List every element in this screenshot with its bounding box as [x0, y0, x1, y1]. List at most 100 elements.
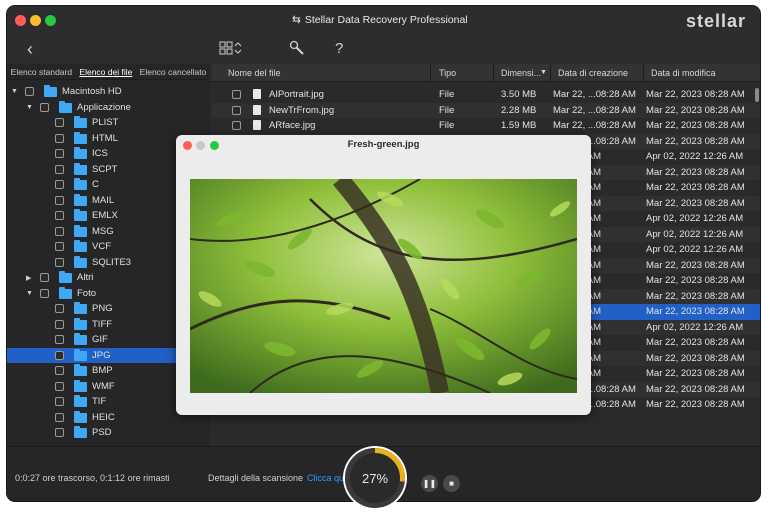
- cell-type: File: [439, 104, 455, 116]
- table-row[interactable]: AIPortrait.jpg File 3.50 MB Mar 22, ...08:2…: [212, 87, 760, 103]
- pause-icon: ❚❚: [422, 479, 437, 488]
- tab-file-list[interactable]: Elenco dei file: [79, 67, 132, 77]
- folder-icon: [74, 209, 87, 221]
- sort-desc-icon[interactable]: ▼: [540, 69, 547, 76]
- tree-item-checkbox[interactable]: [55, 319, 64, 329]
- wrench-icon[interactable]: [289, 40, 305, 60]
- disclosure-expanded-icon[interactable]: ▼: [26, 290, 33, 297]
- tab-deleted-list[interactable]: Elenco cancellato: [140, 67, 207, 77]
- tree-item-checkbox[interactable]: [55, 133, 64, 143]
- swap-arrows-icon: ⇆: [292, 14, 301, 26]
- tree-item-checkbox[interactable]: [55, 428, 64, 437]
- grid-view-icon[interactable]: [219, 40, 243, 60]
- tree-item-label: SCPT: [92, 163, 118, 175]
- tree-item-checkbox[interactable]: [40, 273, 49, 282]
- tree-item-label: ICS: [92, 148, 108, 160]
- tree-item[interactable]: PLIST: [7, 115, 207, 131]
- folder-icon: [74, 348, 87, 361]
- cell-modified: Mar 22, 2023 08:28 AM: [646, 352, 745, 364]
- progress-percent: 27%: [350, 453, 400, 503]
- tree-item[interactable]: ▼ Applicazione: [7, 100, 207, 116]
- cell-type: File: [439, 89, 455, 100]
- cell-modified: Mar 22, 2023 08:28 AM: [646, 104, 745, 116]
- help-button[interactable]: ?: [335, 40, 343, 57]
- cell-modified: Mar 22, 2023 08:28 AM: [646, 182, 745, 193]
- row-checkbox[interactable]: [232, 105, 241, 115]
- cell-modified: Apr 02, 2022 12:26 AM: [646, 321, 744, 333]
- tree-item-checkbox[interactable]: [55, 149, 64, 158]
- tree-item-checkbox[interactable]: [25, 87, 34, 96]
- tree-item-label: BMP: [92, 365, 113, 377]
- cell-modified: Mar 22, 2023 08:28 AM: [646, 368, 745, 379]
- close-window-button[interactable]: [15, 15, 26, 26]
- tree-item-label: VCF: [92, 241, 111, 253]
- tree-item-label: SQLITE3: [92, 256, 132, 268]
- col-modified-header[interactable]: Data di modifica: [651, 68, 716, 78]
- col-type-header[interactable]: Tipo: [439, 68, 456, 78]
- tree-item[interactable]: PSD: [7, 425, 207, 441]
- tree-item-checkbox[interactable]: [55, 118, 64, 127]
- table-scrollbar[interactable]: [755, 88, 759, 102]
- tree-item-checkbox[interactable]: [55, 335, 64, 344]
- folder-icon: [74, 317, 87, 330]
- tree-item-checkbox[interactable]: [40, 102, 49, 112]
- tree-item-checkbox[interactable]: [55, 226, 64, 236]
- tree-item-checkbox[interactable]: [55, 164, 64, 174]
- col-size-header[interactable]: Dimensi...: [501, 68, 541, 78]
- tree-item-label: Macintosh HD: [62, 86, 122, 98]
- folder-icon: [74, 131, 87, 144]
- scan-details-label: Dettagli della scansione: [208, 473, 304, 483]
- cell-modified: Mar 22, 2023 08:28 AM: [646, 306, 745, 317]
- scan-progress-ring: 27%: [345, 448, 405, 508]
- folder-icon: [74, 255, 87, 268]
- tree-item-label: PSD: [92, 427, 112, 439]
- tree-item-checkbox[interactable]: [55, 195, 64, 205]
- cell-modified: Mar 22, 2023 08:28 AM: [646, 399, 745, 410]
- cell-size: 1.59 MB: [501, 120, 537, 131]
- minimize-window-button[interactable]: [30, 15, 41, 26]
- zoom-window-button[interactable]: [45, 15, 56, 26]
- scan-details-link[interactable]: Clicca qui: [307, 473, 346, 483]
- folder-icon: [74, 302, 87, 314]
- tree-item-checkbox[interactable]: [55, 381, 64, 391]
- tree-item-label: TIFF: [92, 318, 113, 330]
- tree-item-checkbox[interactable]: [55, 211, 64, 220]
- title-bar: ⇆ Stellar Data Recovery Professional ste…: [7, 6, 760, 36]
- cell-modified: Mar 22, 2023 08:28 AM: [646, 290, 745, 302]
- cell-modified: Mar 22, 2023 08:28 AM: [646, 89, 745, 100]
- folder-icon: [59, 286, 72, 299]
- preview-title: Fresh-green.jpg: [347, 139, 420, 150]
- pause-button[interactable]: ❚❚: [421, 475, 438, 492]
- tree-item[interactable]: ▼ Macintosh HD: [7, 84, 207, 100]
- folder-icon: [74, 147, 87, 159]
- tree-item-checkbox[interactable]: [55, 412, 64, 422]
- col-name-header[interactable]: Nome del file: [228, 68, 281, 78]
- disclosure-collapsed-icon[interactable]: ▶: [26, 274, 31, 282]
- tree-item-checkbox[interactable]: [55, 257, 64, 267]
- col-created-header[interactable]: Data di creazione: [558, 68, 628, 78]
- cell-modified: Mar 22, 2023 08:28 AM: [646, 337, 745, 348]
- cell-modified: Apr 02, 2022 12:26 AM: [646, 151, 744, 162]
- tree-item-checkbox[interactable]: [55, 366, 64, 375]
- cell-name: ARface.jpg: [269, 120, 316, 131]
- stop-button[interactable]: ■: [443, 475, 460, 492]
- tree-item-checkbox[interactable]: [40, 288, 49, 298]
- table-row[interactable]: ARface.jpg File 1.59 MB Mar 22, ...08:28 AM…: [212, 118, 760, 134]
- chevron-left-icon[interactable]: ‹: [27, 39, 33, 60]
- disclosure-expanded-icon[interactable]: ▼: [26, 104, 33, 111]
- tree-item-checkbox[interactable]: [55, 180, 64, 189]
- row-checkbox[interactable]: [232, 90, 241, 99]
- tree-item-label: MAIL: [92, 194, 115, 206]
- folder-icon: [74, 379, 87, 392]
- toolbar: ‹ ?: [7, 36, 760, 64]
- row-checkbox[interactable]: [232, 121, 241, 130]
- tree-item-checkbox[interactable]: [55, 397, 64, 406]
- cell-created: Mar 22, ...08:28 AM: [553, 104, 636, 116]
- tree-item-checkbox[interactable]: [55, 242, 64, 251]
- tree-item-label: HTML: [92, 132, 118, 144]
- tree-item-checkbox[interactable]: [55, 350, 64, 360]
- tree-item-checkbox[interactable]: [55, 304, 64, 313]
- tab-standard-list[interactable]: Elenco standard: [11, 67, 72, 77]
- disclosure-expanded-icon[interactable]: ▼: [11, 88, 18, 95]
- table-row[interactable]: NewTrFrom.jpg File 2.28 MB Mar 22, ...08:28…: [212, 102, 760, 118]
